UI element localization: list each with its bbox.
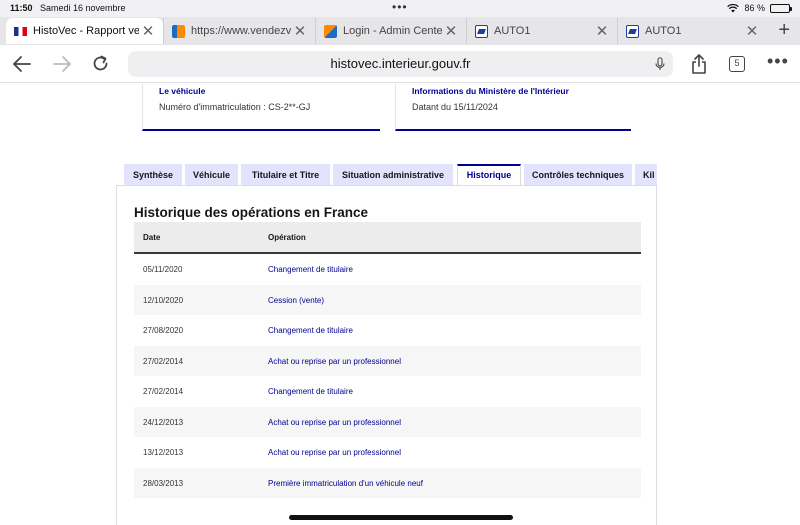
microphone-icon[interactable] [655, 57, 665, 71]
tab-histovec[interactable]: HistoVec - Rapport ve ✕ [6, 18, 163, 44]
back-arrow-icon[interactable] [12, 55, 32, 73]
address-bar[interactable]: histovec.interieur.gouv.fr [128, 51, 673, 77]
table-row: 12/10/2020 Cession (vente) [134, 284, 641, 315]
tab-controles-techniques[interactable]: Contrôles techniques [524, 164, 632, 186]
tab-admin-center[interactable]: Login - Admin Center ✕ [315, 18, 466, 44]
row-date: 28/03/2013 [143, 478, 184, 488]
tab-titulaire-titre[interactable]: Titulaire et Titre [241, 164, 330, 186]
status-date: Samedi 16 novembre [40, 3, 126, 13]
tab-synthese[interactable]: Synthèse [124, 164, 182, 186]
history-panel: Historique des opérations en France Date… [116, 185, 657, 525]
table-row: 27/08/2020 Changement de titulaire [134, 315, 641, 346]
tab-title: AUTO1 [494, 25, 531, 37]
tab-vendezvotrevoiture[interactable]: https://www.vendezvo ✕ [163, 18, 315, 44]
row-operation: Première immatriculation d'un véhicule n… [268, 478, 423, 488]
section-title: Historique des opérations en France [134, 205, 369, 220]
report-date: Datant du 15/11/2024 [412, 102, 498, 112]
close-icon[interactable]: ✕ [593, 22, 611, 40]
row-date: 12/10/2020 [143, 295, 184, 305]
row-operation: Changement de titulaire [268, 387, 353, 396]
row-date: 13/12/2013 [143, 448, 184, 457]
row-operation: Achat ou reprise par un professionnel [268, 356, 401, 366]
ministry-card-title: Informations du Ministère de l'Intérieur [412, 86, 569, 96]
column-header-date: Date [143, 233, 161, 242]
vehicle-card: Le véhicule Numéro d'immatriculation : C… [142, 84, 380, 131]
row-operation: Achat ou reprise par un professionnel [268, 417, 401, 427]
table-row: 27/02/2014 Achat ou reprise par un profes… [134, 345, 641, 376]
table-row: 28/03/2013 Première immatriculation d'un … [134, 467, 641, 498]
tab-title: AUTO1 [645, 25, 682, 37]
tab-title: HistoVec - Rapport ve [33, 25, 139, 37]
row-date: 27/02/2014 [143, 356, 184, 366]
row-date: 27/02/2014 [143, 387, 184, 396]
close-icon[interactable]: ✕ [291, 22, 309, 40]
registration-number: Numéro d'immatriculation : CS-2**-GJ [159, 102, 311, 112]
new-tab-plus-icon[interactable]: + [778, 19, 790, 42]
tab-title: https://www.vendezvo [191, 25, 291, 37]
table-row: 05/11/2020 Changement de titulaire [134, 254, 641, 285]
table-header: Date Opération [134, 222, 641, 254]
admin-favicon-icon [324, 24, 337, 38]
tab-historique[interactable]: Historique [457, 164, 521, 186]
close-icon[interactable]: ✕ [442, 22, 460, 40]
share-icon[interactable] [690, 54, 708, 74]
row-operation: Changement de titulaire [268, 265, 353, 274]
tab-title: Login - Admin Center [343, 25, 442, 37]
url-text: histovec.interieur.gouv.fr [330, 56, 471, 71]
row-date: 27/08/2020 [143, 326, 184, 335]
status-bar: 11:50 Samedi 16 novembre ••• 86 % [0, 0, 800, 17]
forward-arrow-icon[interactable] [52, 55, 72, 73]
page-content: Le véhicule Numéro d'immatriculation : C… [0, 84, 800, 525]
tab-kilometrage[interactable]: Kil [635, 164, 657, 186]
tab-vehicule[interactable]: Véhicule [185, 164, 238, 186]
multitasking-dots-icon[interactable]: ••• [392, 0, 408, 14]
more-options-icon[interactable]: ••• [767, 51, 789, 72]
auto1-favicon-icon [626, 24, 639, 38]
table-row: 27/02/2014 Changement de titulaire [134, 376, 641, 407]
table-row: 13/12/2013 Achat ou reprise par un profes… [134, 437, 641, 468]
tab-bar: HistoVec - Rapport ve ✕ https://www.vend… [0, 17, 800, 45]
browser-toolbar: histovec.interieur.gouv.fr 5 ••• [0, 45, 800, 83]
column-header-operation: Opération [268, 233, 306, 242]
row-date: 24/12/2013 [143, 417, 184, 427]
ministry-card: Informations du Ministère de l'Intérieur… [395, 84, 631, 131]
vehicle-card-title: Le véhicule [159, 86, 206, 96]
site-favicon-icon [172, 24, 185, 38]
close-icon[interactable]: ✕ [743, 22, 761, 40]
row-operation: Cession (vente) [268, 295, 325, 305]
table-row: 24/12/2013 Achat ou reprise par un profes… [134, 406, 641, 437]
tab-auto1-a[interactable]: AUTO1 ✕ [466, 18, 617, 44]
auto1-favicon-icon [475, 24, 488, 38]
tab-situation-administrative[interactable]: Situation administrative [333, 164, 453, 186]
status-right: 86 % [727, 3, 792, 13]
wifi-icon [727, 3, 740, 12]
close-icon[interactable]: ✕ [139, 22, 157, 40]
battery-percent: 86 % [744, 3, 765, 13]
row-operation: Changement de titulaire [268, 326, 353, 335]
reload-icon[interactable] [91, 54, 110, 73]
tab-overview-button[interactable]: 5 [729, 56, 745, 72]
report-tabs: Synthèse Véhicule Titulaire et Titre Sit… [124, 164, 657, 186]
row-date: 05/11/2020 [143, 265, 183, 274]
french-flag-icon [14, 26, 27, 36]
tab-auto1-b[interactable]: AUTO1 ✕ [617, 18, 767, 44]
history-table: Date Opération 05/11/2020 Changement de t… [134, 222, 641, 498]
home-indicator[interactable] [289, 515, 513, 520]
status-time: 11:50 [10, 3, 33, 13]
battery-icon [770, 3, 792, 13]
row-operation: Achat ou reprise par un professionnel [268, 448, 401, 457]
